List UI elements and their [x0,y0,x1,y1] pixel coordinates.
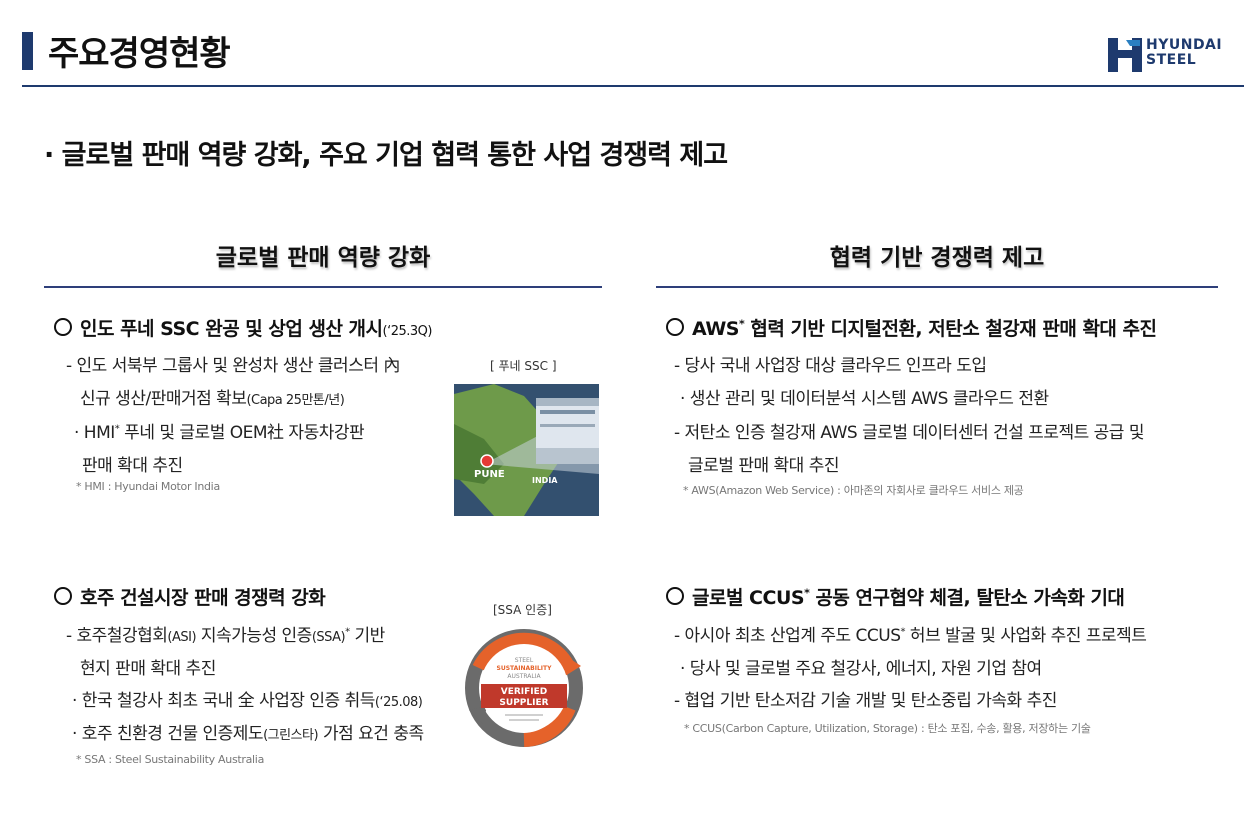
badge-text-verified: VERIFIED [501,687,548,697]
circle-bullet-icon [54,318,72,336]
left-block2-line2: 현지 판매 확대 추진 [80,659,216,679]
right-column-rule [656,286,1218,288]
left-block2-line3: · 한국 철강사 최초 국내 全 사업장 인증 취득(‘25.08) [72,691,423,711]
right-block2-line3: - 협업 기반 탄소저감 기술 개발 및 탄소중립 가속화 추진 [674,691,1057,711]
left-block1-note: * HMI : Hyundai Motor India [76,480,220,493]
left-block2-line4: · 호주 친환경 건물 인증제도(그린스타) 가점 요건 충족 [72,724,424,744]
left-column-rule [44,286,602,288]
left-block2-title: 호주 건설시장 판매 경쟁력 강화 [54,583,326,610]
badge-text-sustainability: SUSTAINABILITY [497,665,553,672]
right-block1-line3: - 저탄소 인증 철강재 AWS 글로벌 데이터센터 건설 프로젝트 공급 및 [674,423,1144,443]
ssa-image-label: [SSA 인증] [493,603,552,617]
left-block1-line4: 판매 확대 추진 [82,456,183,476]
right-column-heading: 협력 기반 경쟁력 제고 [829,245,1045,271]
left-block2-line1: - 호주철강협회(ASI) 지속가능성 인증(SSA)* 기반 [66,626,385,646]
title-accent-bar [22,32,33,70]
map-pune-label: PUNE [474,469,505,480]
headline: · 글로벌 판매 역량 강화, 주요 기업 협력 통한 사업 경쟁력 제고 [44,140,728,171]
left-column-heading: 글로벌 판매 역량 강화 [215,245,431,271]
page-title: 주요경영현황 [48,34,231,74]
right-block2-title: 글로벌 CCUS* 공동 연구협약 체결, 탈탄소 가속화 기대 [666,583,1125,610]
pune-ssc-map-image: PUNE INDIA [454,384,599,516]
left-block1-line3: · HMI* 푸네 및 글로벌 OEM社 자동차강판 [74,423,365,443]
right-block1-note: * AWS(Amazon Web Service) : 아마존의 자회사로 클라… [683,484,1024,497]
pune-ssc-image-label: [ 푸네 SSC ] [490,359,557,373]
right-block1-title: AWS* 협력 기반 디지털전환, 저탄소 철강재 판매 확대 추진 [666,314,1157,341]
circle-bullet-icon [666,318,684,336]
right-block1-line1: - 당사 국내 사업장 대상 클라우드 인프라 도입 [674,356,987,376]
ssa-verified-supplier-badge: STEEL SUSTAINABILITY AUSTRALIA VERIFIED … [465,629,583,747]
badge-text-supplier: SUPPLIER [499,698,548,708]
left-block1-title: 인도 푸네 SSC 완공 및 상업 생산 개시(‘25.3Q) [54,314,432,341]
logo-line1: HYUNDAI [1146,37,1223,53]
left-block2-note: * SSA : Steel Sustainability Australia [76,753,265,766]
badge-text-australia: AUSTRALIA [507,673,541,680]
logo-text: HYUNDAI STEEL [1146,38,1222,68]
left-block1-line2: 신규 생산/판매거점 확보(Capa 25만톤/년) [80,389,345,409]
logo-line2: STEEL [1146,52,1197,68]
title-divider [22,85,1244,87]
right-block1-line2: · 생산 관리 및 데이터분석 시스템 AWS 클라우드 전환 [680,389,1049,409]
circle-bullet-icon [54,587,72,605]
right-block2-line2: · 당사 및 글로벌 주요 철강사, 에너지, 자원 기업 참여 [680,659,1042,679]
right-block2-note: * CCUS(Carbon Capture, Utilization, Stor… [684,722,1091,735]
map-india-label: INDIA [532,476,558,485]
right-block2-line1: - 아시아 최초 산업계 주도 CCUS* 허브 발굴 및 사업화 추진 프로젝… [674,626,1147,646]
badge-text-steel: STEEL [515,657,534,664]
circle-bullet-icon [666,587,684,605]
right-block1-line4: 글로벌 판매 확대 추진 [688,456,839,476]
left-block1-line1: - 인도 서북부 그룹사 및 완성차 생산 클러스터 內 [66,356,400,376]
